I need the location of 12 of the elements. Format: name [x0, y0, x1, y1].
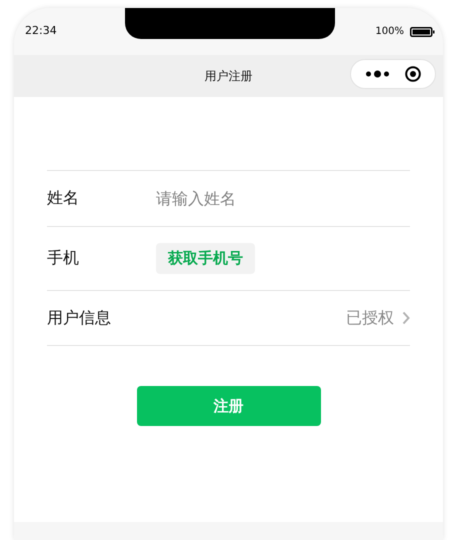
more-icon[interactable] [365, 70, 390, 78]
get-phone-button[interactable]: 获取手机号 [156, 243, 255, 274]
register-button[interactable]: 注册 [136, 386, 320, 426]
battery-icon [410, 26, 435, 36]
auth-status[interactable]: 已授权 [346, 308, 394, 328]
battery-percent: 100% [375, 26, 404, 37]
close-icon[interactable] [405, 66, 421, 82]
page-title: 用户注册 [204, 68, 252, 84]
status-time: 22:34 [25, 24, 58, 37]
field-label: 手机 [47, 248, 80, 269]
field-label: 姓名 [47, 188, 80, 209]
field-label: 用户信息 [47, 308, 112, 328]
